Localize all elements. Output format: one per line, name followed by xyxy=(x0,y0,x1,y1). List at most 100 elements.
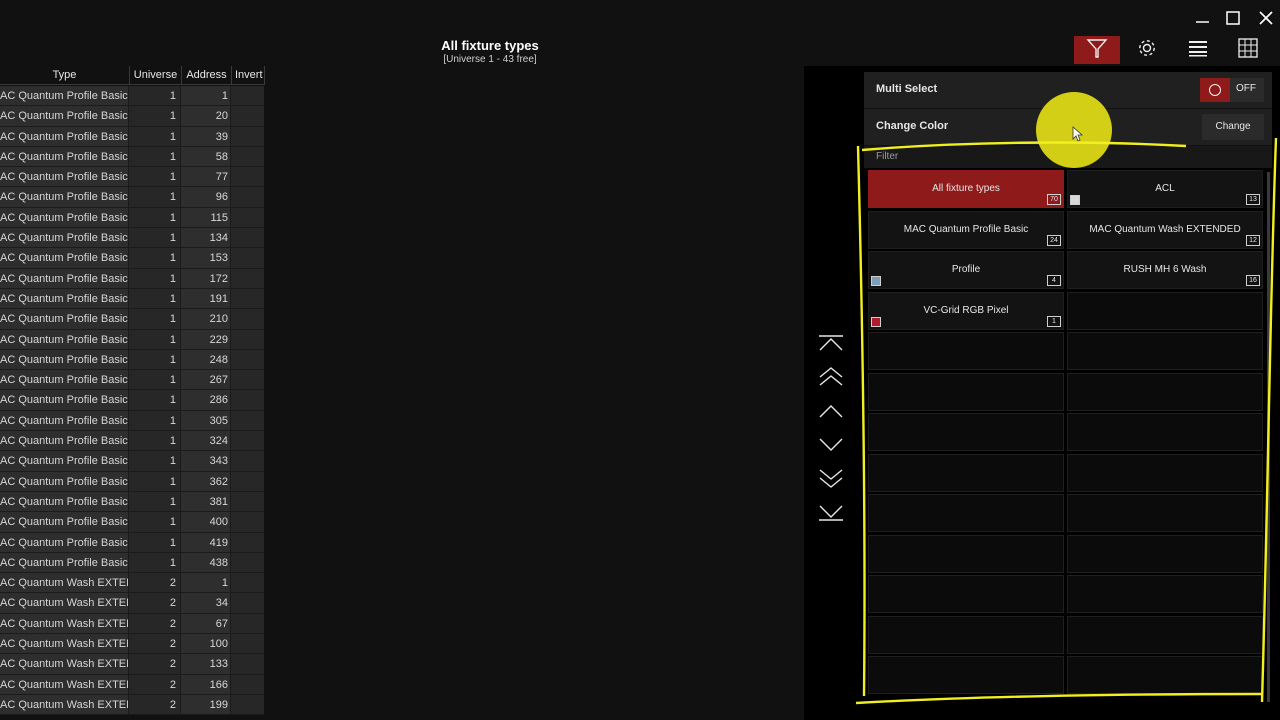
table-row[interactable]: AC Quantum Profile Basic 1 172 xyxy=(0,268,264,289)
table-row[interactable]: AC Quantum Profile Basic 1 324 xyxy=(0,431,264,452)
table-row[interactable]: AC Quantum Wash EXTEND 2 166 xyxy=(0,674,264,695)
filter-tile[interactable]: VC-Grid RGB Pixel 1 xyxy=(868,291,1064,330)
table-row[interactable]: AC Quantum Profile Basic 1 153 xyxy=(0,248,264,269)
table-row[interactable]: AC Quantum Profile Basic 1 248 xyxy=(0,349,264,371)
table-row[interactable]: AC Quantum Profile Basic 1 229 xyxy=(0,329,264,350)
cell-type: AC Quantum Profile Basic xyxy=(0,512,129,533)
table-row[interactable]: AC Quantum Profile Basic 1 419 xyxy=(0,532,264,553)
minimize-icon[interactable] xyxy=(1193,8,1213,28)
table-row[interactable]: AC Quantum Profile Basic 1 115 xyxy=(0,207,264,229)
cell-type: AC Quantum Profile Basic xyxy=(0,410,129,432)
filter-tile[interactable]: MAC Quantum Wash EXTENDED 12 xyxy=(1067,210,1263,249)
table-row[interactable]: AC Quantum Profile Basic 1 362 xyxy=(0,471,264,492)
cell-invert xyxy=(231,512,264,533)
close-icon[interactable] xyxy=(1256,8,1276,28)
line-down-icon[interactable] xyxy=(816,433,846,455)
table-row[interactable]: AC Quantum Profile Basic 1 267 xyxy=(0,370,264,391)
table-row[interactable]: AC Quantum Profile Basic 1 96 xyxy=(0,187,264,208)
table-row[interactable]: AC Quantum Profile Basic 1 210 xyxy=(0,309,264,330)
filter-tile[interactable]: All fixture types 70 xyxy=(868,170,1064,208)
filter-tile-empty[interactable] xyxy=(868,534,1064,573)
filter-tile[interactable]: ACL 13 xyxy=(1067,170,1263,208)
filter-tile-count: 16 xyxy=(1246,275,1260,286)
cell-type: AC Quantum Profile Basic xyxy=(0,167,129,188)
multi-select-toggle[interactable]: OFF xyxy=(1200,78,1264,102)
page-up-icon[interactable] xyxy=(816,366,846,388)
filter-tile-empty[interactable] xyxy=(1067,291,1263,330)
cell-address: 166 xyxy=(181,674,231,695)
filter-tile-empty[interactable] xyxy=(1067,372,1263,411)
filter-tile-empty[interactable] xyxy=(868,494,1064,532)
table-row[interactable]: AC Quantum Profile Basic 1 400 xyxy=(0,512,264,533)
filter-tile-empty[interactable] xyxy=(868,372,1064,411)
filter-tile[interactable]: MAC Quantum Profile Basic 24 xyxy=(868,210,1064,249)
table-row[interactable]: AC Quantum Profile Basic 1 134 xyxy=(0,228,264,249)
cell-invert xyxy=(231,106,264,127)
filter-tile-empty[interactable] xyxy=(868,332,1064,370)
filter-tile-empty[interactable] xyxy=(1067,615,1263,654)
change-color-button[interactable]: Change xyxy=(1202,114,1264,140)
cell-address: 199 xyxy=(181,694,231,716)
table-row[interactable]: AC Quantum Profile Basic 1 381 xyxy=(0,491,264,513)
table-row[interactable]: AC Quantum Wash EXTEND 2 100 xyxy=(0,634,264,655)
list-view-icon xyxy=(1188,39,1208,62)
filter-tile-empty[interactable] xyxy=(1067,656,1263,694)
filter-tile-empty[interactable] xyxy=(868,656,1064,694)
filter-tile-empty[interactable] xyxy=(1067,453,1263,492)
cell-address: 286 xyxy=(181,390,231,411)
filter-tile-empty[interactable] xyxy=(1067,332,1263,370)
table-row[interactable]: AC Quantum Profile Basic 1 343 xyxy=(0,451,264,472)
table-row[interactable]: AC Quantum Profile Basic 1 1 xyxy=(0,86,264,107)
maximize-icon[interactable] xyxy=(1224,8,1244,28)
scroll-top-icon[interactable] xyxy=(816,333,846,355)
line-up-icon[interactable] xyxy=(816,401,846,423)
filter-button[interactable] xyxy=(1074,36,1120,64)
scroll-bottom-icon[interactable] xyxy=(816,501,846,523)
table-row[interactable]: AC Quantum Wash EXTEND 2 199 xyxy=(0,694,264,716)
cell-address: 172 xyxy=(181,268,231,289)
table-row[interactable]: AC Quantum Profile Basic 1 58 xyxy=(0,146,264,168)
filter-tile-empty[interactable] xyxy=(868,453,1064,492)
column-address[interactable]: Address xyxy=(182,66,232,85)
filter-tile-empty[interactable] xyxy=(868,615,1064,654)
column-universe[interactable]: Universe xyxy=(130,66,182,85)
table-row[interactable]: AC Quantum Profile Basic 1 191 xyxy=(0,288,264,310)
table-row[interactable]: AC Quantum Profile Basic 1 20 xyxy=(0,106,264,127)
filter-tile-empty[interactable] xyxy=(1067,575,1263,613)
grid-view-button[interactable] xyxy=(1225,36,1271,64)
filter-tile[interactable]: Profile 4 xyxy=(868,251,1064,289)
filter-tile-empty[interactable] xyxy=(1067,534,1263,573)
table-row[interactable]: AC Quantum Wash EXTEND 2 34 xyxy=(0,593,264,614)
filter-tile[interactable]: RUSH MH 6 Wash 16 xyxy=(1067,251,1263,289)
filter-scrollbar[interactable] xyxy=(1267,172,1270,702)
cell-universe: 1 xyxy=(129,410,181,432)
column-type[interactable]: Type xyxy=(0,66,130,85)
table-row[interactable]: AC Quantum Wash EXTEND 2 133 xyxy=(0,654,264,675)
cell-type: AC Quantum Profile Basic xyxy=(0,187,129,208)
cell-universe: 1 xyxy=(129,471,181,492)
cell-universe: 1 xyxy=(129,431,181,452)
column-invert[interactable]: Invert xyxy=(232,66,265,85)
multi-select-label: Multi Select xyxy=(876,83,938,95)
table-row[interactable]: AC Quantum Profile Basic 1 305 xyxy=(0,410,264,432)
cell-address: 1 xyxy=(181,86,231,107)
filter-tile-empty[interactable] xyxy=(1067,494,1263,532)
table-row[interactable]: AC Quantum Profile Basic 1 39 xyxy=(0,126,264,147)
filter-tile-empty[interactable] xyxy=(868,575,1064,613)
table-row[interactable]: AC Quantum Profile Basic 1 438 xyxy=(0,552,264,574)
table-row[interactable]: AC Quantum Wash EXTEND 2 67 xyxy=(0,613,264,635)
page-down-icon[interactable] xyxy=(816,467,846,489)
cell-invert xyxy=(231,167,264,188)
cell-universe: 1 xyxy=(129,451,181,472)
cell-address: 381 xyxy=(181,491,231,513)
list-view-button[interactable] xyxy=(1175,36,1221,64)
filter-tile-empty[interactable] xyxy=(1067,413,1263,451)
table-row[interactable]: AC Quantum Profile Basic 1 286 xyxy=(0,390,264,411)
table-row[interactable]: AC Quantum Wash EXTEND 2 1 xyxy=(0,573,264,594)
cell-invert xyxy=(231,390,264,411)
filter-tile-empty[interactable] xyxy=(868,413,1064,451)
cell-invert xyxy=(231,491,264,513)
cell-address: 153 xyxy=(181,248,231,269)
settings-button[interactable] xyxy=(1124,36,1170,64)
table-row[interactable]: AC Quantum Profile Basic 1 77 xyxy=(0,167,264,188)
